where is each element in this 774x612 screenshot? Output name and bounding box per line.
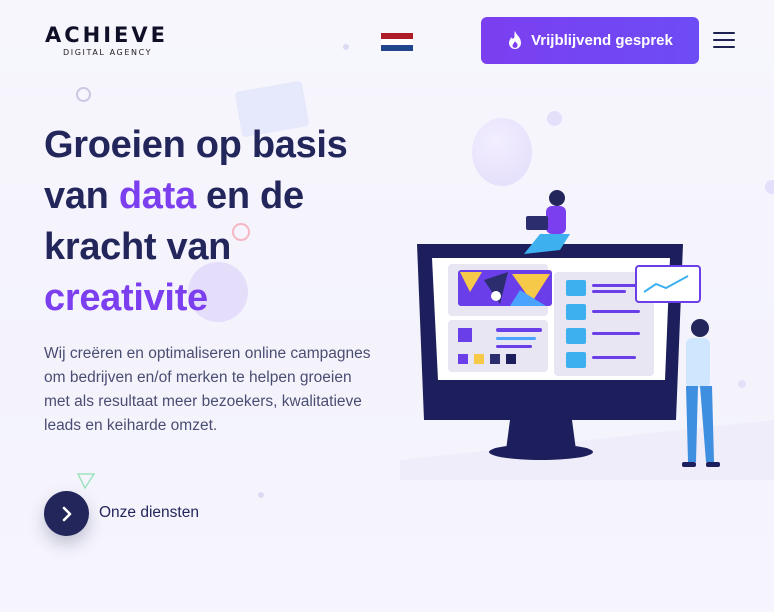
decorative-triangle (76, 473, 96, 490)
logo-wordmark: ACHIEVE (45, 23, 168, 47)
cta-label: Vrijblijvend gesprek (531, 32, 673, 49)
free-consultation-button[interactable]: Vrijblijvend gesprek (481, 17, 699, 64)
hamburger-menu-icon[interactable] (713, 32, 735, 50)
flame-icon (509, 31, 522, 49)
decorative-dot (343, 44, 349, 50)
headline-highlight-data: data (118, 175, 196, 217)
services-link[interactable]: Onze diensten (99, 504, 199, 522)
decorative-ring (76, 87, 91, 102)
decorative-dot (547, 111, 562, 126)
monitor-dashboard-illustration (400, 190, 774, 480)
netherlands-flag-icon[interactable] (381, 33, 413, 51)
logo-tagline: DIGITAL AGENCY (63, 48, 153, 57)
hero-description: Wij creëren en optimaliseren online camp… (44, 345, 371, 434)
services-arrow-button[interactable] (44, 491, 89, 536)
page-title: Groeien op basis van data en de kracht v… (44, 120, 404, 324)
decorative-dot (258, 492, 264, 498)
logo[interactable]: ACHIEVE DIGITAL AGENCY (45, 24, 168, 57)
chevron-right-icon (62, 506, 71, 521)
decorative-bubble (472, 118, 532, 186)
headline-highlight-creativity: creativite (44, 277, 208, 319)
